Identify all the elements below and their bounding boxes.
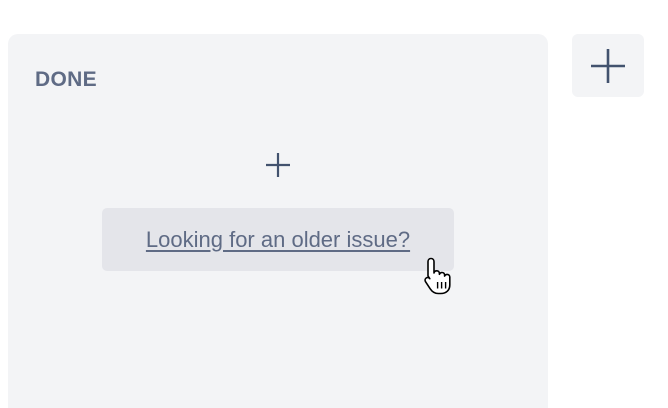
older-issue-button[interactable]: Looking for an older issue?: [102, 208, 454, 271]
add-issue-button[interactable]: [262, 149, 294, 181]
older-issue-link[interactable]: Looking for an older issue?: [146, 227, 410, 253]
plus-icon: [266, 153, 290, 177]
column-title: DONE: [35, 68, 97, 91]
board-canvas: DONE Looking for an older issue?: [0, 0, 668, 408]
board-column-done: DONE Looking for an older issue?: [8, 34, 548, 408]
add-column-button[interactable]: [572, 34, 644, 97]
plus-icon: [591, 48, 625, 83]
